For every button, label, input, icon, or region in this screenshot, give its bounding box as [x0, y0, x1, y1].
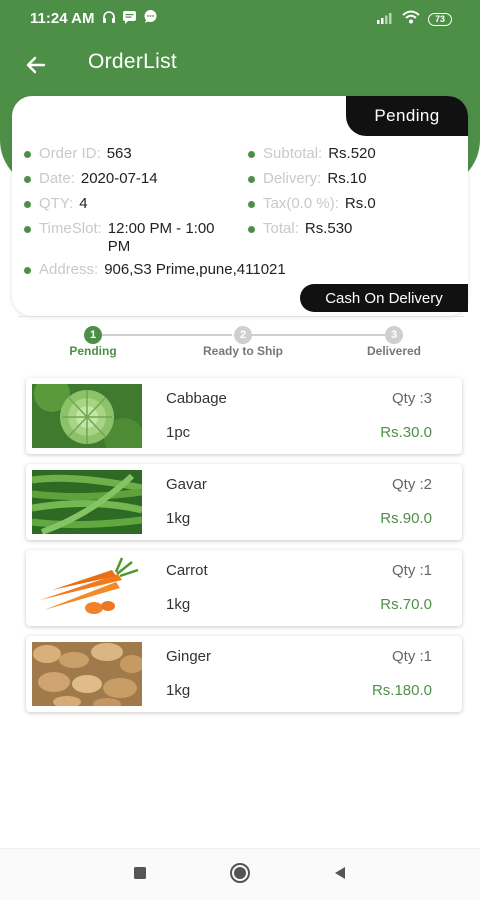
- product-price: Rs.30.0: [380, 424, 432, 441]
- recents-square-icon: [133, 866, 147, 885]
- bullet-icon: [248, 226, 255, 233]
- product-name: Gavar: [166, 476, 207, 493]
- step-1-circle: 1: [84, 326, 102, 344]
- order-progress-stepper: 1 2 3 Pending Ready to Ship Delivered: [0, 320, 480, 370]
- carrot-image: [32, 556, 142, 620]
- delivery-label: Delivery:: [263, 170, 322, 187]
- step-connector: [102, 334, 232, 336]
- system-nav-bar: [0, 848, 480, 900]
- bullet-icon: [24, 267, 31, 274]
- step-connector: [252, 334, 385, 336]
- list-item[interactable]: Ginger 1kg Qty :1 Rs.180.0: [26, 636, 462, 712]
- status-time: 11:24 AM: [30, 10, 95, 27]
- date-label: Date:: [39, 170, 75, 187]
- address-label: Address:: [39, 261, 99, 278]
- delivery-row: Delivery: Rs.10: [248, 170, 367, 188]
- signal-icon: [376, 11, 394, 29]
- product-price: Rs.90.0: [380, 510, 432, 527]
- wifi-icon: [402, 10, 420, 29]
- qty-label: QTY:: [39, 195, 74, 212]
- qty-value: 4: [79, 195, 88, 212]
- step-2-circle: 2: [234, 326, 252, 344]
- product-name: Carrot: [166, 562, 208, 579]
- cabbage-image: [32, 384, 142, 448]
- step-3-label: Delivered: [366, 344, 422, 358]
- app-bar: OrderList: [0, 40, 480, 98]
- date-row: Date: 2020-07-14: [24, 170, 158, 188]
- back-nav-button[interactable]: [328, 863, 352, 887]
- order-id-row: Order ID: 563: [24, 145, 132, 163]
- bullet-icon: [248, 151, 255, 158]
- message-icon: [122, 10, 137, 29]
- arrow-left-icon: [24, 53, 48, 82]
- list-item[interactable]: Gavar 1kg Qty :2 Rs.90.0: [26, 464, 462, 540]
- back-button[interactable]: [20, 51, 52, 83]
- step-3-circle: 3: [385, 326, 403, 344]
- timeslot-value: 12:00 PM - 1:00 PM: [107, 220, 215, 255]
- status-icons-left: [102, 9, 158, 29]
- delivery-value: Rs.10: [327, 170, 367, 187]
- total-label: Total:: [263, 220, 299, 237]
- bullet-icon: [248, 176, 255, 183]
- step-1-label: Pending: [69, 344, 117, 358]
- headset-icon: [102, 10, 116, 29]
- order-id-label: Order ID:: [39, 145, 101, 162]
- status-icons-right: 73: [376, 10, 452, 29]
- product-qty: Qty :1: [391, 648, 432, 665]
- product-unit: 1kg: [166, 682, 191, 699]
- home-circle-icon: [229, 862, 251, 889]
- product-unit: 1kg: [166, 510, 191, 527]
- total-value: Rs.530: [304, 220, 353, 237]
- product-price: Rs.180.0: [371, 682, 432, 699]
- address-value: 906,S3 Prime,pune,411021: [104, 261, 286, 278]
- bullet-icon: [24, 201, 31, 208]
- page-title: OrderList: [88, 50, 178, 73]
- product-name: Ginger: [166, 648, 212, 665]
- address-row: Address: 906,S3 Prime,pune,411021: [24, 261, 286, 279]
- tax-row: Tax(0.0 %): Rs.0: [248, 195, 376, 213]
- subtotal-row: Subtotal: Rs.520: [248, 145, 376, 163]
- bullet-icon: [24, 176, 31, 183]
- product-price: Rs.70.0: [380, 596, 432, 613]
- payment-method-badge: Cash On Delivery: [300, 284, 468, 312]
- timeslot-row: TimeSlot: 12:00 PM - 1:00 PM: [24, 220, 228, 256]
- list-item[interactable]: Carrot 1kg Qty :1 Rs.70.0: [26, 550, 462, 626]
- total-row: Total: Rs.530: [248, 220, 352, 238]
- recents-button[interactable]: [128, 863, 152, 887]
- step-2-label: Ready to Ship: [202, 344, 284, 358]
- order-status-badge: Pending: [346, 96, 468, 136]
- tax-value: Rs.0: [344, 195, 376, 212]
- subtotal-value: Rs.520: [328, 145, 376, 162]
- date-value: 2020-07-14: [80, 170, 158, 187]
- timeslot-label: TimeSlot:: [39, 220, 102, 237]
- product-qty: Qty :2: [391, 476, 432, 493]
- tax-label: Tax(0.0 %):: [263, 195, 339, 212]
- product-unit: 1pc: [166, 424, 191, 441]
- divider: [18, 316, 464, 317]
- bullet-icon: [24, 226, 31, 233]
- ginger-image: [32, 642, 142, 706]
- bullet-icon: [248, 201, 255, 208]
- chat-icon: [143, 9, 158, 29]
- gavar-beans-image: [32, 470, 142, 534]
- status-bar: 11:24 AM 73: [0, 0, 480, 40]
- bullet-icon: [24, 151, 31, 158]
- product-qty: Qty :3: [391, 390, 432, 407]
- qty-row: QTY: 4: [24, 195, 88, 213]
- home-button[interactable]: [228, 862, 252, 889]
- product-name: Cabbage: [166, 390, 227, 407]
- battery-icon: 73: [427, 13, 452, 26]
- product-qty: Qty :1: [391, 562, 432, 579]
- order-summary-card: Pending Order ID: 563 Date: 2020-07-14 Q…: [12, 96, 468, 316]
- list-item[interactable]: Cabbage 1pc Qty :3 Rs.30.0: [26, 378, 462, 454]
- product-unit: 1kg: [166, 596, 191, 613]
- order-id-value: 563: [106, 145, 132, 162]
- back-triangle-icon: [333, 866, 347, 885]
- subtotal-label: Subtotal:: [263, 145, 323, 162]
